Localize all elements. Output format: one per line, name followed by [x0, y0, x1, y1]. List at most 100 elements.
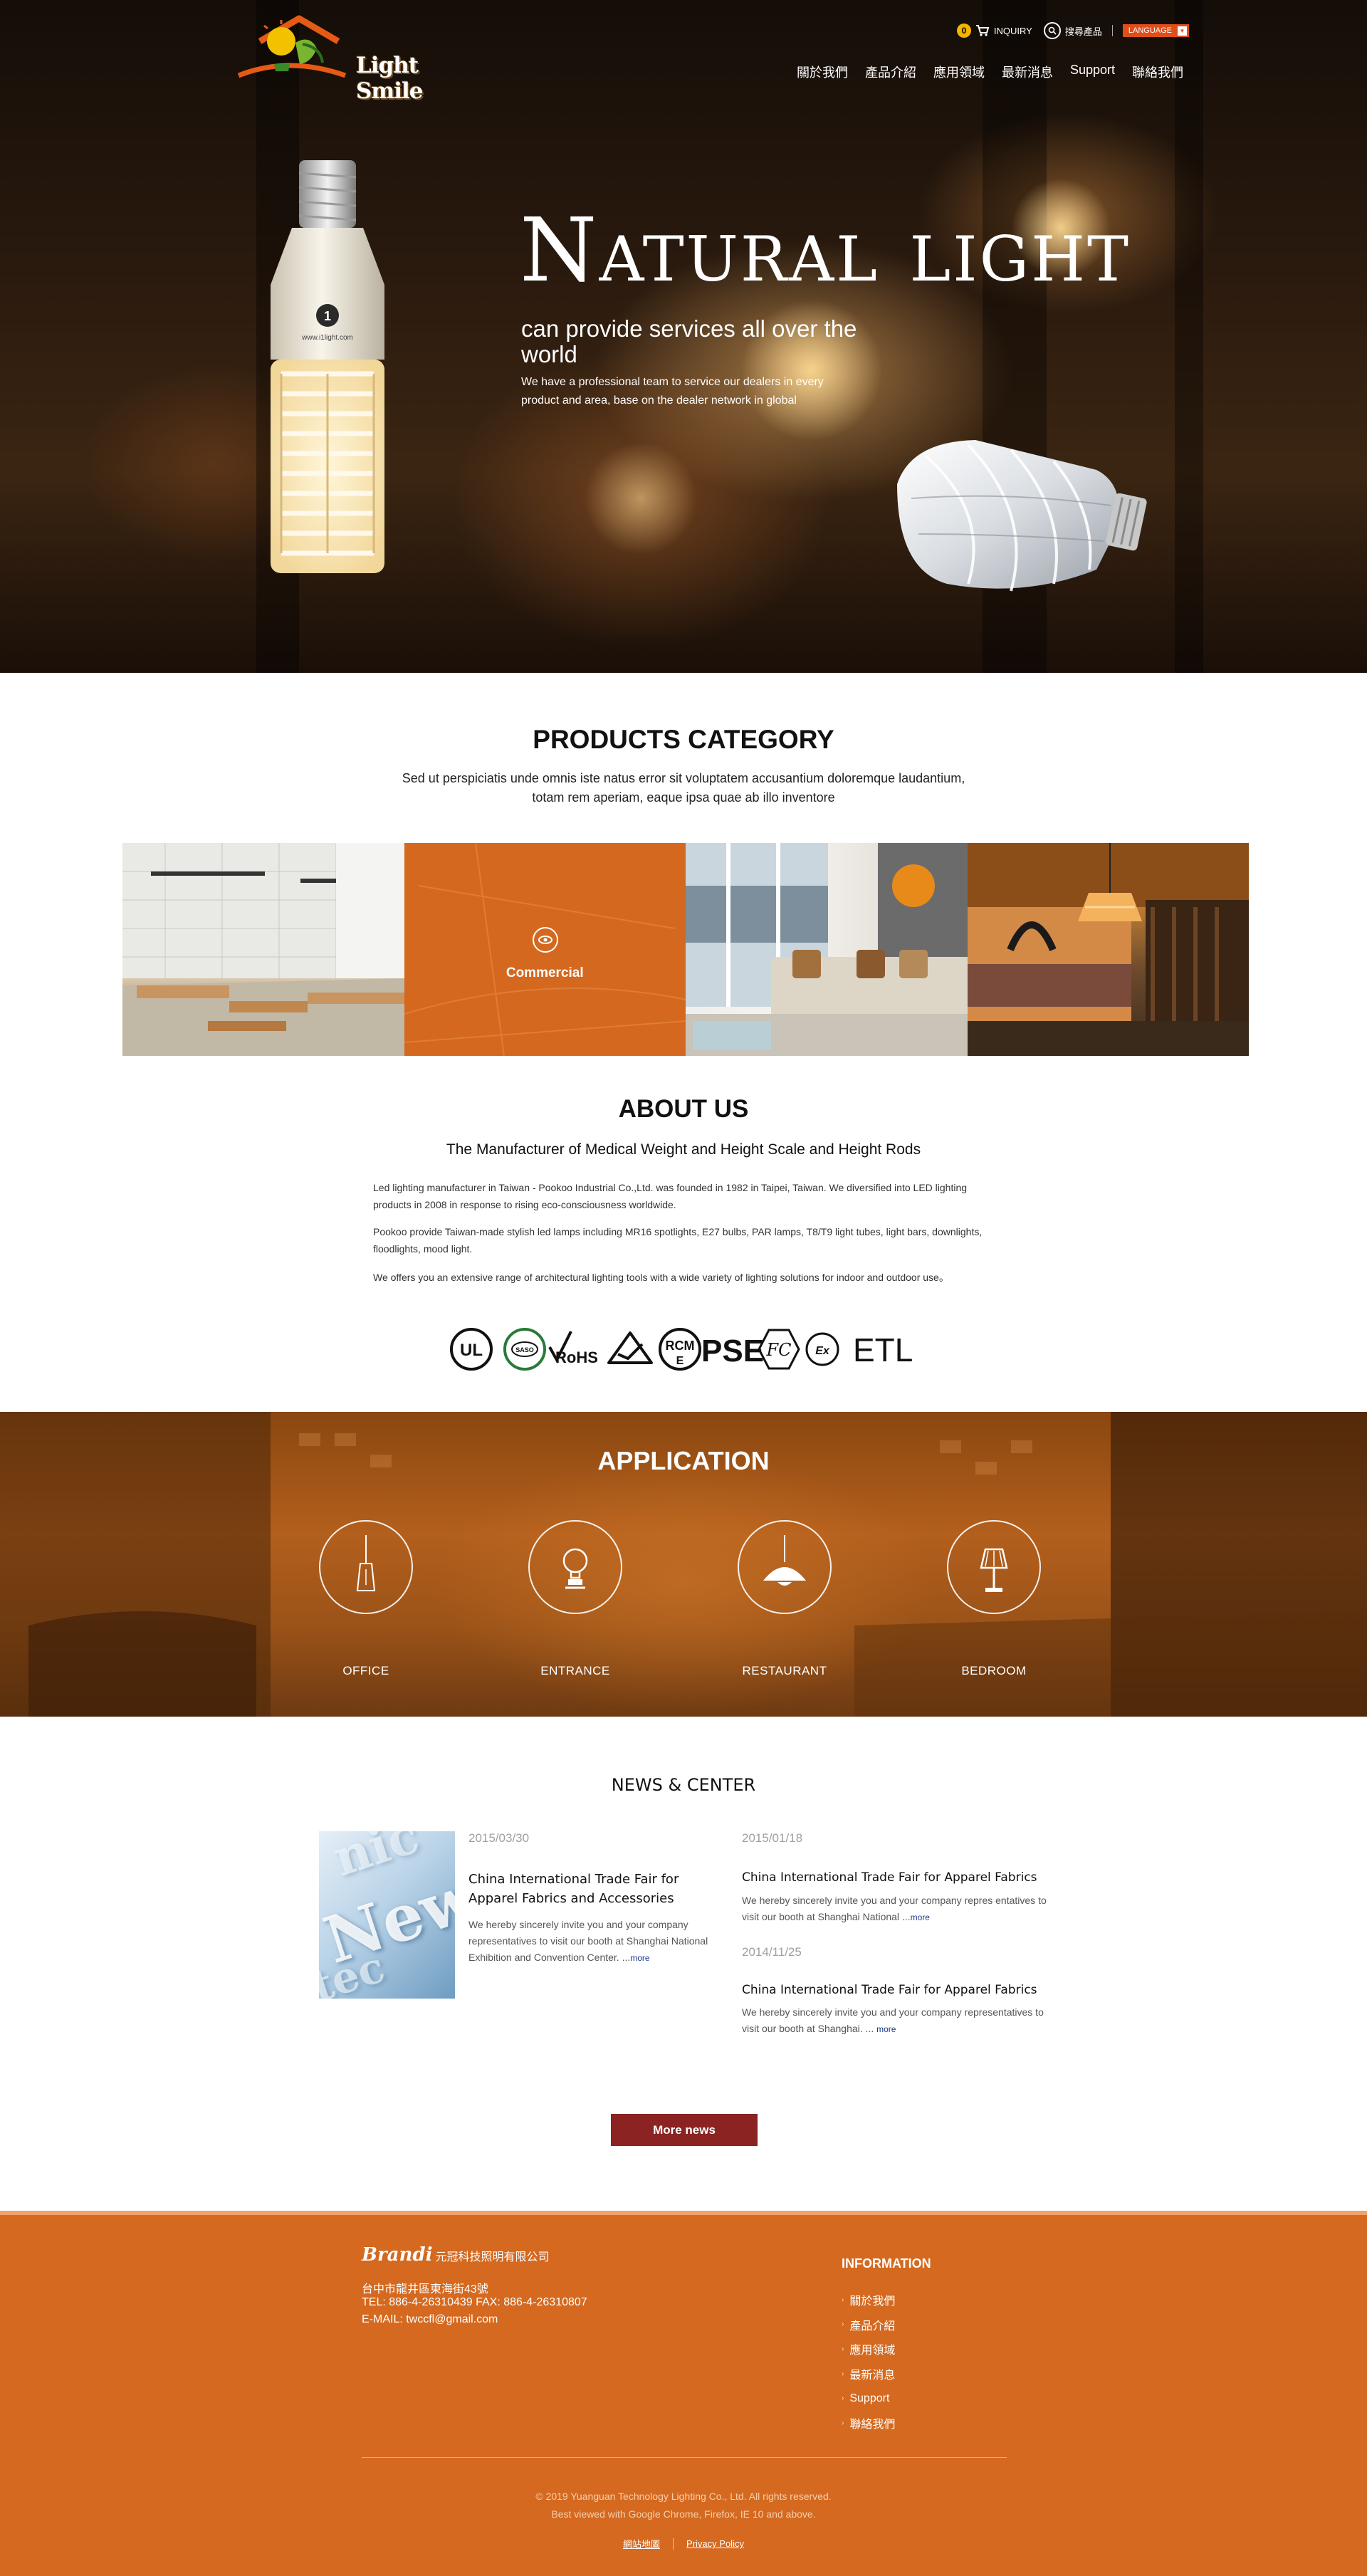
chevron-right-icon: ›	[842, 2320, 844, 2329]
footer-link-applications[interactable]: › 應用領域	[842, 2337, 895, 2362]
ul-cert-icon: UL	[450, 1328, 493, 1371]
svg-text:SASO: SASO	[515, 1346, 534, 1354]
footer-link-contact[interactable]: › 聯絡我們	[842, 2411, 895, 2436]
news-headline[interactable]: China International Trade Fair for Appar…	[468, 1870, 725, 1908]
nav-item-about[interactable]: 關於我們	[797, 63, 848, 81]
bulb-icon	[528, 1520, 622, 1614]
svg-text:RCM: RCM	[666, 1339, 695, 1353]
privacy-policy-link[interactable]: Privacy Policy	[686, 2538, 744, 2549]
chevron-right-icon: ›	[842, 2295, 844, 2304]
read-more-link[interactable]: more	[876, 2024, 896, 2034]
category-tile-locker-room[interactable]	[122, 843, 404, 1056]
category-label: Commercial	[506, 965, 584, 980]
pendant-lamp-icon	[738, 1520, 832, 1614]
footer-link-label: Support	[849, 2392, 890, 2404]
footer-link-support[interactable]: › Support	[842, 2386, 895, 2411]
rcm-cert-icon	[607, 1331, 653, 1364]
read-more-link[interactable]: more	[911, 1912, 930, 1922]
products-description-text: Sed ut perspiciatis unde omnis iste natu…	[402, 771, 965, 805]
svg-text:RoHS: RoHS	[555, 1349, 598, 1366]
pendant-lamp-image	[967, 843, 1249, 1056]
footer-brand: Brandi 元冠科技照明有限公司	[362, 2244, 550, 2266]
divider	[673, 2538, 674, 2550]
footer-copyright: © 2019 Yuanguan Technology Lighting Co.,…	[0, 2488, 1367, 2523]
more-news-button[interactable]: More news	[611, 2114, 758, 2146]
hero-description: We have a professional team to service o…	[521, 376, 824, 407]
news-summary: We hereby sincerely invite you and your …	[742, 2004, 1055, 2038]
hanging-lamp-icon	[319, 1520, 413, 1614]
category-tile-living-room[interactable]	[686, 843, 968, 1056]
read-more-link[interactable]: more	[630, 1953, 649, 1963]
hero-subtitle: can provide services all over the world	[521, 315, 857, 367]
search-product-link[interactable]: 搜尋產品	[1065, 24, 1102, 38]
main-nav: 關於我們 產品介紹 應用領域 最新消息 Support 聯絡我們	[797, 63, 1183, 81]
logo-text: Light Smile	[356, 53, 423, 104]
hero-banner: Light Smile 0 INQUIRY 搜尋產品 LANGUAGE ▼ 關於…	[0, 0, 1367, 673]
nav-item-applications[interactable]: 應用領域	[933, 63, 985, 81]
rohs-cert-icon: RoHS	[548, 1331, 598, 1366]
crystal-bulb-product-image	[897, 440, 1147, 592]
site-logo[interactable]: Light Smile	[231, 13, 459, 104]
site-footer: Brandi 元冠科技照明有限公司 台中市龍井區東海街43號 TEL: 886-…	[0, 2211, 1367, 2576]
background-light	[584, 441, 698, 555]
application-item-bedroom[interactable]: BEDROOM	[923, 1520, 1065, 1678]
footer-company-name: 元冠科技照明有限公司	[435, 2251, 550, 2263]
logo-house-icon	[237, 15, 347, 78]
footer-link-label: 關於我們	[849, 2295, 896, 2308]
footer-links: › 關於我們 › 產品介紹 › 應用領域 › 最新消息 › Support › 聯絡我們	[842, 2288, 895, 2436]
footer-email[interactable]: E-MAIL: twccfl@gmail.com	[362, 2313, 498, 2326]
chevron-right-icon: ›	[842, 2345, 844, 2353]
news-headline[interactable]: China International Trade Fair for Appar…	[742, 1981, 1055, 2000]
ex-cert-icon: FC	[758, 1329, 800, 1370]
application-item-entrance[interactable]: ENTRANCE	[504, 1520, 646, 1678]
footer-link-news[interactable]: › 最新消息	[842, 2362, 895, 2387]
chevron-right-icon: ›	[842, 2370, 844, 2378]
svg-text:UL: UL	[460, 1341, 483, 1360]
copyright-text: © 2019 Yuanguan Technology Lighting Co.,…	[535, 2491, 832, 2502]
application-item-office[interactable]: OFFICE	[295, 1520, 437, 1678]
application-label: BEDROOM	[961, 1664, 1027, 1677]
footer-link-label: 最新消息	[849, 2370, 896, 2382]
about-section-title: ABOUT US	[618, 1095, 749, 1123]
application-label: ENTRANCE	[540, 1664, 610, 1677]
language-select[interactable]: LANGUAGE ▼	[1122, 24, 1189, 37]
news-body-text: We hereby sincerely invite you and your …	[468, 1919, 708, 1963]
footer-link-products[interactable]: › 產品介紹	[842, 2313, 895, 2337]
pse-cert-icon: RCM E	[659, 1328, 701, 1371]
svg-text:E: E	[676, 1355, 684, 1367]
divider	[1111, 25, 1113, 36]
about-subtitle: The Manufacturer of Medical Weight and H…	[446, 1141, 921, 1158]
cart-icon[interactable]	[975, 24, 990, 37]
search-icon[interactable]	[1043, 22, 1061, 39]
application-label: RESTAURANT	[742, 1664, 827, 1677]
news-summary: We hereby sincerely invite you and your …	[468, 1917, 719, 1967]
cart-count-badge: 0	[956, 23, 971, 38]
application-item-restaurant[interactable]: RESTAURANT	[713, 1520, 856, 1678]
led-bulb-product-image: 1 www.i1light.com	[271, 160, 384, 573]
footer-brand-logo: Brandi	[362, 2244, 433, 2266]
category-tile-commercial[interactable]: Commercial	[404, 843, 686, 1056]
sitemap-link[interactable]: 網站地圖	[623, 2537, 660, 2550]
inquiry-link[interactable]: INQUIRY	[994, 26, 1032, 36]
product-category-grid: Commercial	[122, 843, 1249, 1056]
hero-title: Natural light	[520, 199, 1131, 302]
fc-cert-icon: PSE	[701, 1334, 764, 1368]
news-date: 2015/01/18	[742, 1831, 803, 1845]
footer-phone: TEL: 886-4-26310439 FAX: 886-4-26310807	[362, 2296, 587, 2308]
category-tile-pendant-lamp[interactable]	[967, 843, 1249, 1056]
saso-cert-icon: SASO	[503, 1328, 546, 1371]
nav-item-contact[interactable]: 聯絡我們	[1132, 63, 1183, 81]
chevron-right-icon: ›	[842, 2394, 844, 2403]
news-thumbnail[interactable]: nic New tec	[319, 1831, 455, 1999]
chevron-right-icon: ›	[842, 2419, 844, 2427]
footer-link-about[interactable]: › 關於我們	[842, 2288, 895, 2313]
news-headline[interactable]: China International Trade Fair for Appar…	[742, 1868, 1055, 1888]
nav-item-news[interactable]: 最新消息	[1002, 63, 1053, 81]
background-beam	[1175, 0, 1203, 673]
utility-bar: 0 INQUIRY 搜尋產品 LANGUAGE ▼	[956, 21, 1189, 40]
nav-item-products[interactable]: 產品介紹	[865, 63, 916, 81]
footer-link-label: 產品介紹	[849, 2320, 896, 2332]
language-label: LANGUAGE	[1128, 26, 1172, 35]
living-room-image	[686, 843, 968, 1056]
nav-item-support[interactable]: Support	[1070, 63, 1115, 81]
